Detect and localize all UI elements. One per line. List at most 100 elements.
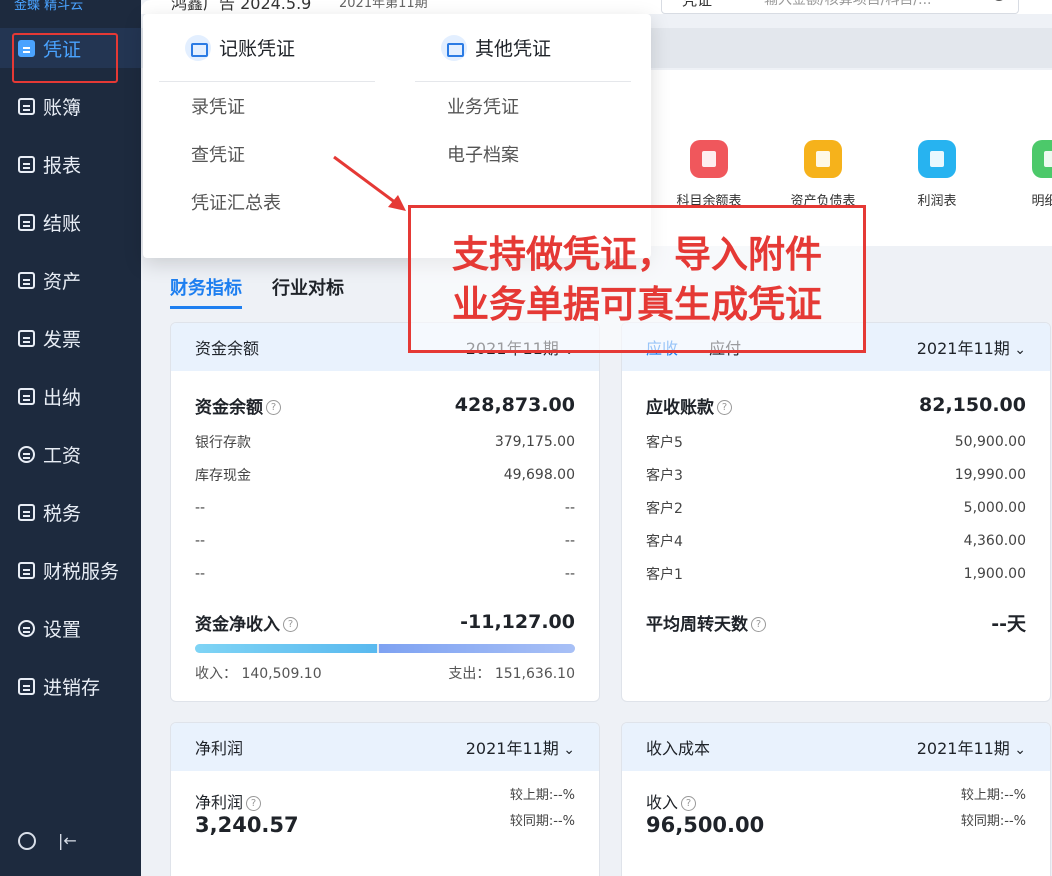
search-category[interactable]: 凭证 [682,0,712,10]
menu-item-enter-voucher[interactable]: 录凭证 [159,82,375,130]
turnover-label: 平均周转天数 [646,614,748,635]
balance-sheet-icon [804,140,842,178]
search-icon[interactable] [992,0,1006,1]
list-item: 客户5 50,900.00 [622,425,1050,458]
compare-previous: 较上期:--% [509,788,575,803]
app-subject-balance[interactable]: 科目余额表 [669,140,749,209]
tab-industry-benchmark[interactable]: 行业对标 [272,274,344,309]
row-label: 银行存款 [195,434,251,451]
help-icon[interactable]: ? [283,617,298,632]
app-balance-sheet[interactable]: 资产负债表 [783,140,863,209]
annotation-callout: 支持做凭证，导入附件 业务单据可真生成凭证 [408,205,866,353]
turnover-row: 平均周转天数? --天 [622,602,1050,642]
help-icon[interactable]: ? [717,400,732,415]
help-icon[interactable]: ? [751,617,766,632]
card-header: 净利润 2021年11期 [171,723,599,771]
theme-sun-icon[interactable] [18,832,36,850]
sidebar-item-label: 报表 [43,154,82,177]
row-value: 49,698.00 [503,466,575,483]
sidebar-item-finance-service[interactable]: 财税服务 [0,550,141,590]
sidebar-item-label: 设置 [43,618,82,641]
sidebar-item-label: 税务 [43,502,82,525]
tax-icon [18,503,35,521]
list-item: 客户2 5,000.00 [622,491,1050,524]
income-statement-icon [918,140,956,178]
sidebar-item-ledger[interactable]: 账簿 [0,86,141,126]
row-value: 1,900.00 [963,565,1026,582]
sidebar-item-report[interactable]: 报表 [0,144,141,184]
list-item: 客户3 19,990.00 [622,458,1050,491]
annotation-text: 支持做凭证，导入附件 业务单据可真生成凭证 [411,230,863,330]
sidebar-item-inventory[interactable]: 进销存 [0,666,141,706]
search-input[interactable]: 输入金额/核算项目/科目/... [764,0,974,9]
income-value: 140,509.10 [241,666,322,682]
inventory-icon [18,677,35,695]
list-item: -- -- [171,557,599,590]
row-value: 50,900.00 [954,433,1026,450]
annotation-highlight-box [12,33,118,83]
row-label: 客户4 [646,533,683,550]
sidebar-item-tax[interactable]: 税务 [0,492,141,532]
net-profit-value: 3,240.57 [195,813,299,837]
section-title-text: 记账凭证 [219,38,296,60]
list-item: -- -- [171,524,599,557]
collapse-sidebar-icon[interactable]: |← [58,832,78,850]
dropdown-column-other: 其他凭证 业务凭证 电子档案 [415,14,631,178]
row-label: 客户3 [646,467,683,484]
sidebar-item-cashier[interactable]: 出纳 [0,376,141,416]
funds-balance-row: 资金余额? 428,873.00 [171,385,599,425]
app-income-statement[interactable]: 利润表 [897,140,977,209]
funds-balance-card: 资金余额 2021年11期 资金余额? 428,873.00 银行存款379,1… [170,322,600,702]
sidebar-item-settings[interactable]: 设置 [0,608,141,648]
sidebar: 金蝶 精斗云 凭证 账簿 报表 结账 资产 发票 出纳 工资 税务 财税服务 设… [0,0,141,876]
list-item: -- -- [171,491,599,524]
sidebar-item-asset[interactable]: 资产 [0,260,141,300]
help-icon[interactable]: ? [246,796,262,811]
period-select[interactable]: 2021年11期 [466,735,575,759]
net-income-value: -11,127.00 [460,611,575,633]
sidebar-item-salary[interactable]: 工资 [0,434,141,474]
card-title: 收入成本 [646,739,711,758]
company-name[interactable]: 鸿鑫广告 2024.5.9 [171,0,311,14]
revenue-value: 96,500.00 [646,813,765,837]
sidebar-item-closing[interactable]: 结账 [0,202,141,242]
card-title: 净利润 [195,739,244,758]
search-bar[interactable]: 凭证 输入金额/核算项目/科目/... [661,0,1019,14]
sidebar-item-invoice[interactable]: 发票 [0,318,141,358]
sidebar-item-label: 结账 [43,212,82,235]
settings-icon [18,619,35,637]
sidebar-item-label: 出纳 [43,386,82,409]
income-label: 收入： [195,666,237,682]
dropdown-section-title: 其他凭证 [415,14,631,82]
net-profit-card: 净利润 2021年11期 净利润? 3,240.57 较上期:--% 较同期:-… [170,722,600,876]
detail-ledger-icon [1032,140,1052,178]
app-label: 利润表 [917,194,957,209]
period-select[interactable]: 2021年11期 [917,735,1026,759]
app-detail-ledger[interactable]: 明细账 [1011,140,1052,209]
app-logo: 金蝶 精斗云 [14,0,84,13]
other-voucher-icon [441,34,467,61]
app-label: 明细账 [1031,194,1052,209]
current-period[interactable]: 2021年第11期 [339,0,428,11]
card-header: 收入成本 2021年11期 [622,723,1050,771]
income-expense-bar [195,644,575,653]
row-label: -- [195,532,206,549]
tab-financial-indicators[interactable]: 财务指标 [170,274,242,309]
row-label: 客户2 [646,500,683,517]
list-item: 客户4 4,360.00 [622,524,1050,557]
sidebar-item-label: 财税服务 [43,560,120,583]
expense-label: 支出： [448,666,491,682]
turnover-value: --天 [991,612,1026,635]
row-value: -- [564,499,575,516]
help-icon[interactable]: ? [266,400,281,415]
bookkeeping-voucher-icon [185,34,211,61]
sidebar-item-label: 账簿 [43,96,82,119]
period-select[interactable]: 2021年11期 [917,335,1026,359]
compare-same-period: 较同期:--% [509,814,575,829]
sidebar-item-label: 进销存 [43,676,101,699]
menu-item-electronic-archive[interactable]: 电子档案 [415,130,631,178]
asset-icon [18,271,35,289]
menu-item-business-voucher[interactable]: 业务凭证 [415,82,631,130]
revenue-label: 收入 [646,793,679,812]
help-icon[interactable]: ? [681,796,697,811]
